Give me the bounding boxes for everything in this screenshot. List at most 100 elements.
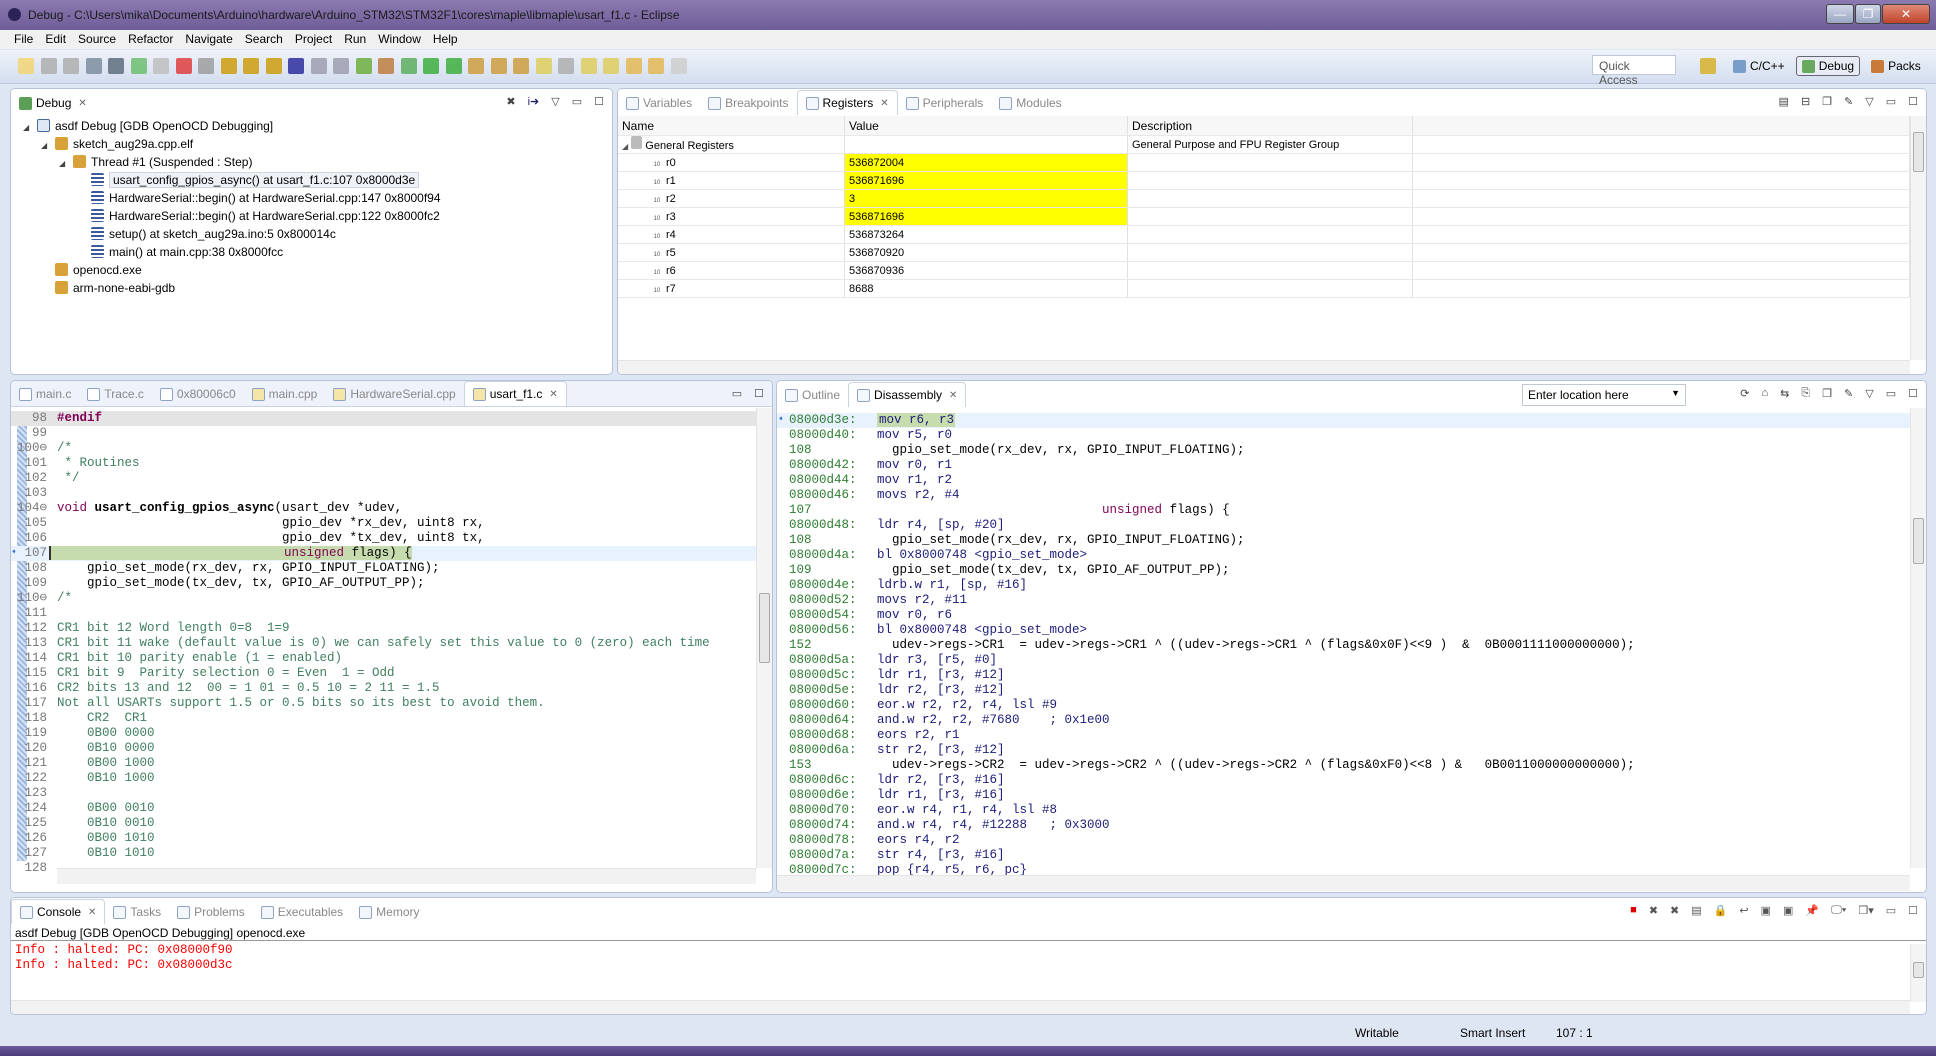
disassembly-line[interactable]: 08000d52: movs r2, #11 — [777, 593, 1910, 608]
disassembly-line[interactable]: 08000d5c: ldr r1, [r3, #12] — [777, 668, 1910, 683]
disassembly-line[interactable]: 08000d74: and.w r4, r4, #12288 ; 0x3000 — [777, 818, 1910, 833]
disassembly-line[interactable]: 08000d7a: str r4, [r3, #16] — [777, 848, 1910, 863]
registers-scrollbar[interactable] — [1910, 116, 1926, 360]
disassembly-line[interactable]: 08000d56: bl 0x8000748 <gpio_set_mode> — [777, 623, 1910, 638]
registers-hscrollbar[interactable] — [618, 360, 1910, 374]
console-scrollbar[interactable] — [1910, 944, 1926, 1002]
debug-tree-item[interactable]: main() at main.cpp:38 0x8000fcc — [11, 243, 612, 261]
tab-modules[interactable]: Modules — [991, 91, 1069, 115]
disassembly-scrollbar[interactable] — [1910, 408, 1926, 868]
console-output[interactable]: Info : halted: PC: 0x08000f90 Info : halt… — [11, 941, 1926, 999]
debug-tree-item[interactable]: ◢ Thread #1 (Suspended : Step) — [11, 153, 612, 171]
collapse-all-icon[interactable]: ⊟ — [1801, 95, 1810, 108]
register-value[interactable]: 536870936 — [845, 262, 1128, 279]
code-line[interactable]: 105 gpio_dev *rx_dev, uint8 rx, — [11, 516, 756, 531]
layout-icon[interactable]: ▤ — [1779, 95, 1789, 108]
perspective-cc[interactable]: C/C++ — [1728, 56, 1790, 76]
menu-navigate[interactable]: Navigate — [179, 30, 238, 49]
close-icon[interactable]: ✕ — [88, 907, 96, 918]
register-value[interactable]: 8688 — [845, 280, 1128, 297]
column-header-description[interactable]: Description — [1128, 116, 1413, 135]
close-button[interactable]: ✕ — [1882, 4, 1930, 24]
view-menu-icon[interactable]: ▽ — [1865, 387, 1873, 400]
code-line[interactable]: 108 gpio_set_mode(rx_dev, rx, GPIO_INPUT… — [11, 561, 756, 576]
code-line[interactable]: 119 0B00 0000 — [11, 726, 756, 741]
quick-access-input[interactable]: Quick Access — [1592, 55, 1676, 87]
perspective-debug[interactable]: Debug — [1795, 56, 1861, 76]
forward-icon[interactable] — [648, 58, 664, 74]
minimize-view-icon[interactable]: ▭ — [572, 95, 582, 108]
disassembly-line[interactable]: 107 unsigned flags) { — [777, 503, 1910, 518]
minimize-view-icon[interactable]: ▭ — [1886, 904, 1896, 917]
disassembly-line[interactable]: 08000d64: and.w r2, r2, #7680 ; 0x1e00 — [777, 713, 1910, 728]
column-header-value[interactable]: Value — [845, 116, 1128, 135]
disassembly-line[interactable]: 08000d4e: ldrb.w r1, [sp, #16] — [777, 578, 1910, 593]
show-on-error-icon[interactable]: ▣ — [1783, 904, 1793, 917]
step-over-icon[interactable] — [243, 58, 259, 74]
menu-edit[interactable]: Edit — [39, 30, 72, 49]
next-annotation-icon[interactable] — [580, 58, 597, 74]
menu-refactor[interactable]: Refactor — [122, 30, 179, 49]
disassembly-line[interactable]: 08000d68: eors r2, r1 — [777, 728, 1910, 743]
debug-icon[interactable] — [400, 58, 417, 74]
register-row[interactable]: 10 r7 8688 — [618, 280, 1910, 298]
debug-tree-item[interactable]: HardwareSerial::begin() at HardwareSeria… — [11, 189, 612, 207]
remove-launch-icon[interactable]: ✖ — [1649, 904, 1658, 917]
terminate-icon[interactable] — [175, 58, 192, 74]
code-line[interactable]: 117 Not all USARTs support 1.5 or 0.5 bit… — [11, 696, 756, 711]
disassembly-line[interactable]: 08000d78: eors r4, r2 — [777, 833, 1910, 848]
close-icon[interactable]: ✕ — [949, 390, 957, 401]
step-into-icon[interactable] — [220, 58, 237, 74]
disassembly-line[interactable]: 08000d40: mov r5, r0 — [777, 428, 1910, 443]
tab-console[interactable]: Console ✕ — [11, 899, 106, 924]
tab-breakpoints[interactable]: Breakpoints — [700, 91, 796, 115]
code-line[interactable]: 102 */ — [11, 471, 756, 486]
disassembly-line[interactable]: 109 gpio_set_mode(tx_dev, tx, GPIO_AF_OU… — [777, 563, 1910, 578]
code-line[interactable]: 106 gpio_dev *tx_dev, uint8 tx, — [11, 531, 756, 546]
register-row[interactable]: 10 r3 536871696 — [618, 208, 1910, 226]
remove-terminated-icon[interactable]: ✖ — [506, 95, 515, 108]
register-row[interactable]: 10 r1 536871696 — [618, 172, 1910, 190]
disassembly-line[interactable]: 08000d60: eor.w r2, r2, r4, lsl #9 — [777, 698, 1910, 713]
disassembly-line[interactable]: 108 gpio_set_mode(rx_dev, rx, GPIO_INPUT… — [777, 533, 1910, 548]
code-line[interactable]: 126 0B00 1010 — [11, 831, 756, 846]
pin-icon[interactable]: ✎ — [1844, 387, 1853, 400]
code-line[interactable]: 125 0B10 0010 — [11, 816, 756, 831]
minimize-button[interactable]: — — [1826, 4, 1854, 24]
register-row[interactable]: 10 r4 536873264 — [618, 226, 1910, 244]
disassembly-line[interactable]: 08000d54: mov r0, r6 — [777, 608, 1910, 623]
code-line[interactable]: 113 CR1 bit 11 wake (default value is 0) … — [11, 636, 756, 651]
expand-icon[interactable]: ◢ — [622, 142, 628, 151]
debug-tree-item[interactable]: arm-none-eabi-gdb — [11, 279, 612, 297]
code-line[interactable]: 103 — [11, 486, 756, 501]
run-icon[interactable] — [423, 58, 439, 74]
register-value[interactable]: 536873264 — [845, 226, 1128, 243]
column-header-name[interactable]: Name — [618, 116, 845, 135]
disassembly-line[interactable]: 08000d44: mov r1, r2 — [777, 473, 1910, 488]
close-icon[interactable]: ✕ — [880, 98, 888, 109]
disassembly-line[interactable]: 08000d46: movs r2, #4 — [777, 488, 1910, 503]
code-line[interactable]: 112 CR1 bit 12 Word length 0=8 1=9 — [11, 621, 756, 636]
code-line[interactable]: 114 CR1 bit 10 parity enable (1 = enabled… — [11, 651, 756, 666]
new-view-icon[interactable]: ❐ — [1822, 387, 1832, 400]
code-line[interactable]: 100⊖ /* — [11, 441, 756, 456]
disassembly-line[interactable]: 08000d48: ldr r4, [sp, #20] — [777, 518, 1910, 533]
register-value[interactable]: 536872004 — [845, 154, 1128, 171]
code-line[interactable]: 123 — [11, 786, 756, 801]
code-line[interactable]: 111 — [11, 606, 756, 621]
remove-all-icon[interactable]: ✖ — [1670, 904, 1679, 917]
menu-project[interactable]: Project — [289, 30, 338, 49]
open-project-icon[interactable] — [468, 58, 484, 74]
register-value[interactable]: 536871696 — [845, 172, 1128, 189]
drop-to-frame-icon[interactable] — [310, 58, 327, 74]
disassembly-line[interactable]: 08000d6a: str r2, [r3, #12] — [777, 743, 1910, 758]
tab-problems[interactable]: Problems — [169, 900, 253, 924]
menu-help[interactable]: Help — [427, 30, 464, 49]
tab-memory[interactable]: Memory — [351, 900, 427, 924]
disassembly-line[interactable]: 08000d5e: ldr r2, [r3, #12] — [777, 683, 1910, 698]
register-row[interactable]: 10 r2 3 — [618, 190, 1910, 208]
tab-hardwareserial-cpp[interactable]: HardwareSerial.cpp — [325, 382, 463, 406]
tab-main-cpp[interactable]: main.cpp — [244, 382, 326, 406]
link-with-editor-icon[interactable]: ⇆ — [1780, 387, 1789, 400]
prev-annotation-icon[interactable] — [603, 58, 619, 74]
